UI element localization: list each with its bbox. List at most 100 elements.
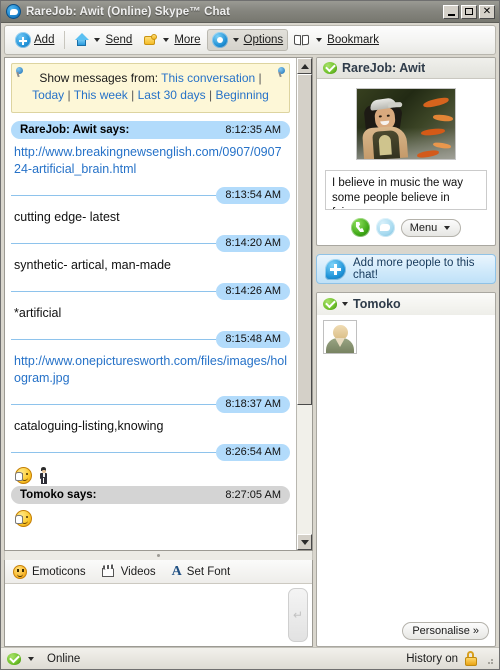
member-name: Tomoko (353, 297, 401, 311)
puzzle-piece-icon (143, 33, 158, 48)
online-check-icon (323, 297, 337, 311)
scroll-down-button[interactable] (297, 534, 312, 550)
message-input[interactable] (5, 584, 288, 646)
toolbar-options-button[interactable]: Options (206, 29, 289, 51)
font-a-icon: A (171, 563, 182, 579)
toolbar-more-button[interactable]: More (138, 30, 205, 51)
up-arrow-icon (74, 32, 89, 48)
set-font-button[interactable]: A Set Font (171, 563, 231, 579)
chat-panel: Show messages from: This conversation | … (4, 57, 313, 551)
add-people-button[interactable]: Add more people to this chat! (316, 254, 496, 284)
message-link[interactable]: http://www.breakingnewsenglish.com/0907/… (11, 142, 290, 180)
filter-this-week[interactable]: This week (74, 88, 128, 102)
skype-chat-window: RareJob: Awit (Online) Skype™ Chat ✕ Add… (0, 0, 500, 670)
toolbar-add-label: Add (34, 34, 55, 46)
divider-line (11, 404, 217, 405)
contact-name: RareJob: Awit (342, 61, 426, 75)
lock-icon[interactable] (464, 651, 477, 666)
maximize-button[interactable] (461, 4, 477, 19)
enter-arrow-icon: ↵ (292, 608, 304, 622)
emoticons-button[interactable]: Emoticons (13, 564, 86, 579)
message-author-header: RareJob: Awit says: 8:12:35 AM (11, 121, 290, 139)
video-clapper-icon (101, 565, 116, 578)
status-bar-right: History on (406, 651, 493, 666)
message-time-divider: 8:15:48 AM (11, 331, 290, 348)
panel-splitter[interactable] (4, 551, 313, 560)
divider-line (11, 291, 217, 292)
contact-menu-label: Menu (409, 221, 438, 234)
divider-line (11, 243, 217, 244)
window-title: RareJob: Awit (Online) Skype™ Chat (26, 5, 231, 18)
main-toolbar: Add Send More Options Bookmark (4, 25, 496, 55)
mood-message: I believe in music the way some people b… (325, 170, 487, 210)
filter-today[interactable]: Today (32, 88, 64, 102)
compose-panel: Emoticons Videos A Set Font ↵ (4, 560, 313, 647)
chevron-down-icon[interactable] (28, 656, 34, 661)
filter-beginning[interactable]: Beginning (215, 88, 268, 102)
close-icon: ✕ (482, 5, 492, 17)
chevron-down-icon (94, 38, 101, 42)
skype-icon (6, 4, 21, 19)
minimize-button[interactable] (443, 4, 459, 19)
compose-input-row: ↵ (5, 584, 312, 646)
message-time-divider: 8:18:37 AM (11, 396, 290, 413)
toolbar-add-button[interactable]: Add (10, 29, 59, 51)
scroll-up-button[interactable] (297, 58, 312, 74)
toolbar-more-label: More (174, 34, 201, 46)
scrollbar-thumb[interactable] (297, 74, 312, 406)
banner-sep: | (209, 88, 213, 102)
message-time-divider: 8:13:54 AM (11, 187, 290, 204)
personalise-button[interactable]: Personalise » (402, 622, 489, 640)
chevron-down-icon (232, 38, 239, 42)
chat-scrollbar[interactable] (296, 58, 312, 550)
options-circle-icon (211, 32, 228, 48)
online-check-icon[interactable] (7, 652, 21, 666)
chevron-down-icon (444, 225, 451, 230)
chevron-down-icon[interactable] (342, 302, 348, 306)
toolbar-container: Add Send More Options Bookmark (1, 23, 499, 55)
contact-card-body: I believe in music the way some people b… (317, 79, 495, 245)
send-message-button[interactable]: ↵ (288, 588, 308, 642)
emoticons-label: Emoticons (32, 565, 86, 578)
conversation-column: Show messages from: This conversation | … (4, 57, 313, 647)
window-controls: ✕ (443, 4, 497, 19)
contact-menu-button[interactable]: Menu (400, 218, 462, 237)
set-font-label: Set Font (186, 565, 231, 578)
toolbar-bookmark-button[interactable]: Bookmark (289, 31, 384, 50)
message-time-divider: 8:14:20 AM (11, 235, 290, 252)
message-author-header: Tomoko says: 8:27:05 AM (11, 486, 290, 504)
chat-bubble-icon[interactable] (375, 218, 395, 237)
splitter-grip-icon (157, 554, 160, 557)
resize-grip-icon[interactable] (483, 654, 493, 664)
message-text: cutting edge- latest (14, 210, 120, 224)
message-time: 8:26:54 AM (216, 444, 290, 461)
message-list[interactable]: Show messages from: This conversation | … (5, 58, 296, 550)
videos-button[interactable]: Videos (101, 565, 156, 578)
wave-smiley-emoticon (15, 467, 32, 484)
banner-sep: | (258, 71, 262, 85)
contact-card-header: RareJob: Awit (317, 58, 495, 79)
avatar[interactable] (323, 320, 357, 354)
toolbar-send-button[interactable]: Send (70, 29, 137, 51)
member-card: Tomoko Personalise » (316, 292, 496, 647)
status-bar: Online History on (1, 647, 499, 669)
add-people-label: Add more people to this chat! (353, 257, 475, 281)
message-link[interactable]: http://www.onepicturesworth.com/files/im… (11, 351, 290, 389)
message-time: 8:18:37 AM (216, 396, 290, 413)
scrollbar-track[interactable] (297, 74, 312, 534)
message-time-divider: 8:14:26 AM (11, 283, 290, 300)
banner-sep: | (131, 88, 135, 102)
filter-this-conversation[interactable]: This conversation (161, 71, 255, 85)
message-time: 8:13:54 AM (216, 187, 290, 204)
close-button[interactable]: ✕ (479, 4, 495, 19)
divider-line (11, 195, 217, 196)
pushpin-icon (278, 67, 285, 74)
compose-toolbar: Emoticons Videos A Set Font (5, 560, 312, 584)
avatar[interactable] (356, 88, 456, 160)
show-messages-banner: Show messages from: This conversation | … (11, 63, 290, 113)
message-text: *artificial (14, 306, 62, 320)
online-check-icon (323, 61, 337, 75)
add-people-icon (325, 258, 346, 280)
call-icon[interactable] (350, 218, 370, 237)
filter-last-30-days[interactable]: Last 30 days (138, 88, 206, 102)
